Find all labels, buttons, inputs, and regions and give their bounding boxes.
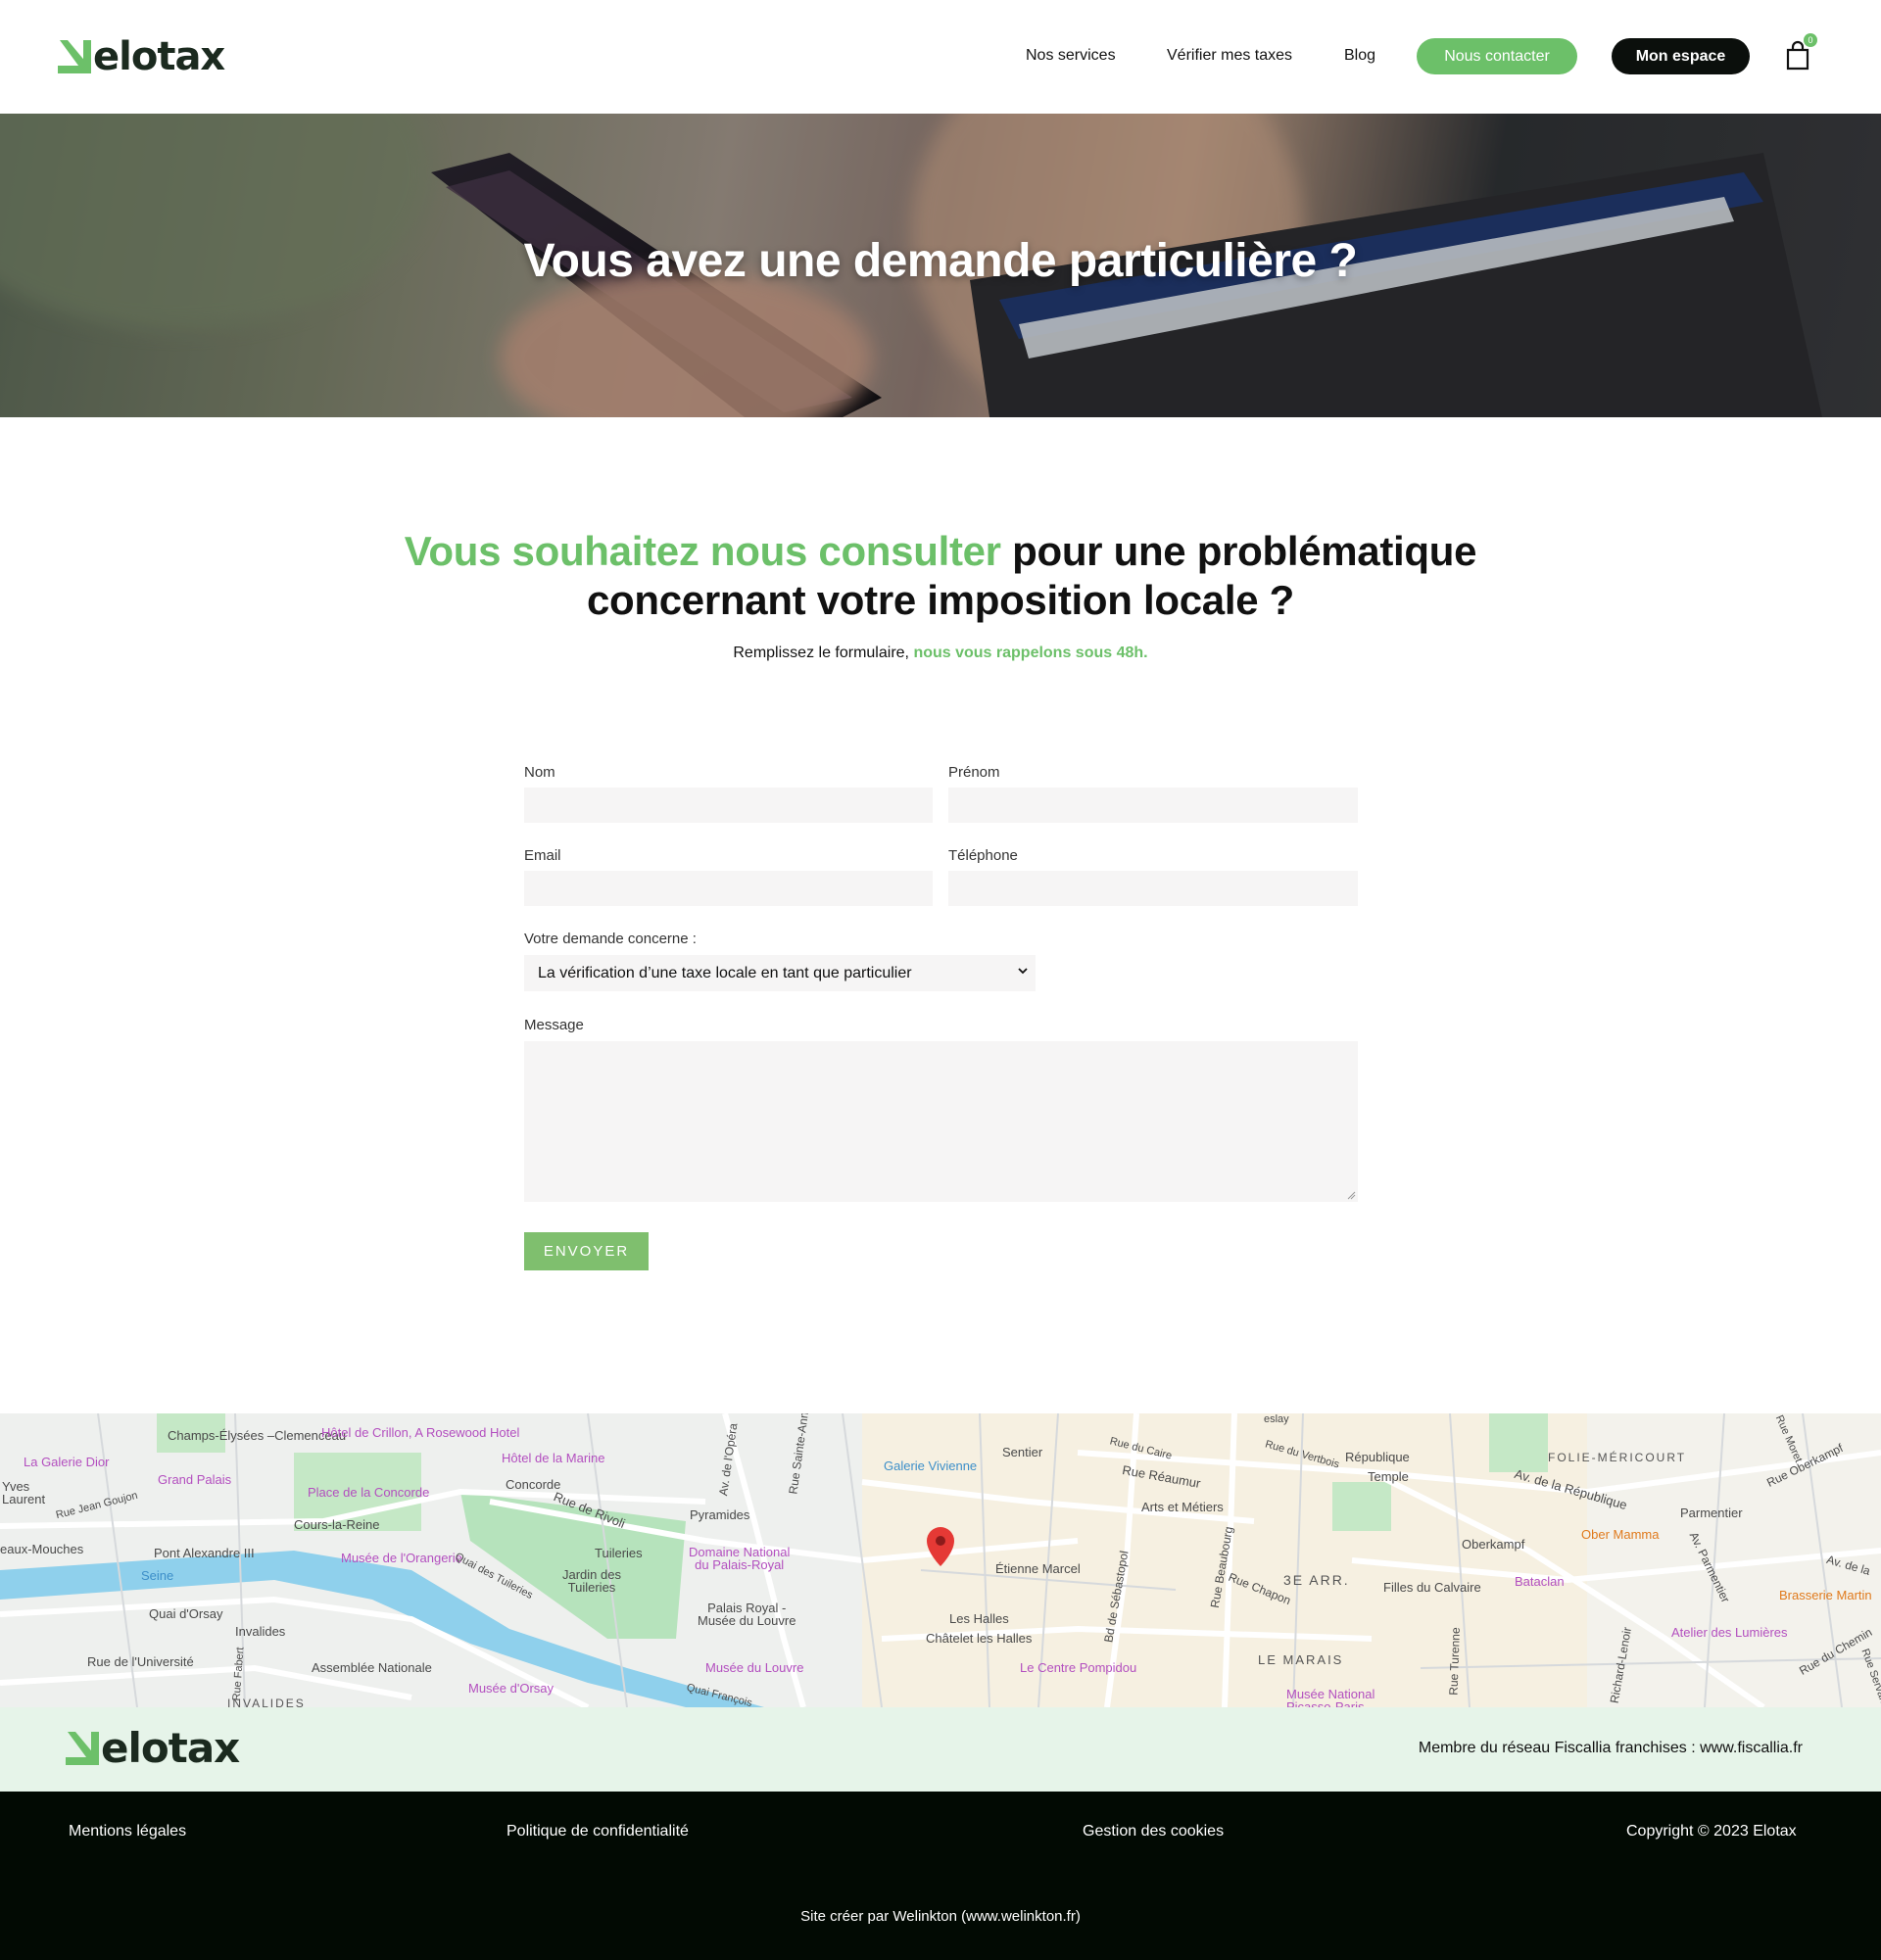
map-label: Rue de l'Université — [87, 1654, 194, 1669]
map-label: Grand Palais — [158, 1472, 232, 1487]
map-label: Cours-la-Reine — [294, 1517, 380, 1532]
footer-network-text[interactable]: Membre du réseau Fiscallia franchises : … — [1419, 1740, 1803, 1757]
email-label: Email — [524, 847, 561, 864]
demande-selected-value: La vérification d’une taxe locale en tan… — [538, 965, 912, 981]
map-label: Ober Mamma — [1581, 1527, 1660, 1542]
map-label: Assemblée Nationale — [312, 1660, 432, 1675]
message-label: Message — [524, 1017, 584, 1033]
map-label: Tuileries — [595, 1546, 643, 1560]
intro-heading: Vous souhaitez nous consulter pour une p… — [353, 527, 1528, 625]
map-label: Pyramides — [690, 1507, 750, 1522]
map-label: Les Halles — [949, 1611, 1009, 1626]
telephone-input[interactable] — [948, 871, 1358, 906]
message-textarea[interactable] — [524, 1041, 1358, 1202]
nom-input[interactable] — [524, 788, 933, 823]
map-label: Palais Royal - Musée du Louvre — [698, 1601, 796, 1628]
my-space-button[interactable]: Mon espace — [1612, 38, 1750, 74]
map-label: Concorde — [506, 1477, 561, 1492]
footer-brand-bar: elotax Membre du réseau Fiscallia franch… — [0, 1707, 1881, 1792]
nom-label: Nom — [524, 764, 555, 781]
main-nav: Nos services Vérifier mes taxes Blog Nou… — [0, 38, 1881, 75]
map-label: Domaine National du Palais-Royal — [689, 1545, 791, 1572]
map-label: Châtelet les Halles — [926, 1631, 1033, 1646]
demande-label: Votre demande concerne : — [524, 931, 697, 947]
hero-banner: Vous avez une demande particulière ? — [0, 114, 1881, 417]
map-label: 3E ARR. — [1283, 1572, 1350, 1588]
nav-link-blog[interactable]: Blog — [1344, 47, 1375, 65]
footer-link-cookies[interactable]: Gestion des cookies — [1083, 1823, 1224, 1840]
map-label: eslay — [1264, 1413, 1289, 1425]
footer-link-mentions[interactable]: Mentions légales — [69, 1823, 186, 1840]
map-label: La Galerie Dior — [24, 1455, 110, 1469]
map-label: Rue Turenne — [1446, 1627, 1463, 1696]
footer-logo-text: elotax — [101, 1724, 240, 1772]
map-label: Hôtel de Crillon, A Rosewood Hotel — [321, 1425, 520, 1440]
map-label: Arts et Métiers — [1141, 1500, 1224, 1514]
map-label: FOLIE-MÉRICOURT — [1548, 1451, 1687, 1464]
map-label: Place de la Concorde — [308, 1485, 430, 1500]
cart-count-badge: 0 — [1804, 33, 1817, 47]
intro-subtitle-highlight: nous vous rappelons sous 48h. — [913, 645, 1148, 661]
map-label: Musée de l'Orangerie — [341, 1551, 462, 1565]
location-map[interactable]: Champs-Élysées –Clemenceau Hôtel de Cril… — [0, 1413, 1881, 1707]
map-label: République — [1345, 1450, 1410, 1464]
logo-arrow-icon — [66, 1732, 99, 1765]
prenom-label: Prénom — [948, 764, 1000, 781]
map-label: Temple — [1368, 1469, 1409, 1484]
map-label: Brasserie Martin — [1779, 1588, 1872, 1602]
contact-button[interactable]: Nous contacter — [1417, 38, 1577, 74]
resize-grip-icon[interactable] — [1346, 1190, 1356, 1200]
site-header: elotax Nos services Vérifier mes taxes B… — [0, 0, 1881, 114]
map-label: Invalides — [235, 1624, 286, 1639]
map-label: Filles du Calvaire — [1383, 1580, 1481, 1595]
telephone-label: Téléphone — [948, 847, 1018, 864]
footer-copyright: Copyright © 2023 Elotax — [1626, 1823, 1797, 1840]
map-label: Jardin des Tuileries — [562, 1567, 621, 1595]
map-label: Quai d'Orsay — [149, 1606, 223, 1621]
map-label: Étienne Marcel — [995, 1561, 1081, 1576]
nav-link-verify-taxes[interactable]: Vérifier mes taxes — [1167, 47, 1292, 65]
map-label: LE MARAIS — [1258, 1652, 1344, 1667]
footer-credit[interactable]: Site créer par Welinkton (www.welinkton.… — [0, 1908, 1881, 1925]
map-label: Oberkampf — [1462, 1537, 1525, 1552]
map-label: Galerie Vivienne — [884, 1458, 978, 1473]
chevron-down-icon — [1018, 968, 1028, 975]
map-label: Hôtel de la Marine — [502, 1451, 605, 1465]
map-label: Champs-Élysées –Clemenceau — [168, 1428, 347, 1443]
hero-title: Vous avez une demande particulière ? — [523, 235, 1358, 287]
map-label: Pont Alexandre III — [154, 1546, 255, 1560]
intro-subtitle-text: Remplissez le formulaire, — [733, 645, 914, 661]
intro-heading-highlight: Vous souhaitez nous consulter — [404, 528, 1001, 574]
map-label: Yves Laurent — [2, 1479, 46, 1506]
submit-button[interactable]: ENVOYER — [524, 1232, 649, 1270]
intro-heading-rest: pour une problématique — [1000, 528, 1477, 574]
nav-link-services[interactable]: Nos services — [1026, 47, 1116, 65]
map-label: Sentier — [1002, 1445, 1043, 1459]
footer-link-privacy[interactable]: Politique de confidentialité — [506, 1823, 689, 1840]
map-label: Parmentier — [1680, 1506, 1743, 1520]
map-label: Musée du Louvre — [705, 1660, 804, 1675]
map-label: eaux-Mouches — [0, 1542, 84, 1556]
intro-subtitle: Remplissez le formulaire, nous vous rapp… — [0, 645, 1881, 662]
map-label: Seine — [141, 1568, 174, 1583]
map-label: Musée National Picasso-Paris — [1286, 1687, 1375, 1707]
map-label: Musée d'Orsay — [468, 1681, 555, 1696]
email-input[interactable] — [524, 871, 933, 906]
prenom-input[interactable] — [948, 788, 1358, 823]
intro-heading-line2: concernant votre imposition locale ? — [586, 577, 1294, 623]
demande-select[interactable]: La vérification d’une taxe locale en tan… — [524, 955, 1036, 991]
map-label: Bataclan — [1515, 1574, 1565, 1589]
footer-logo[interactable]: elotax — [66, 1724, 240, 1772]
map-label: Le Centre Pompidou — [1020, 1660, 1137, 1675]
footer-bottom-bar: Mentions légales Politique de confidenti… — [0, 1792, 1881, 1960]
map-label: Atelier des Lumières — [1671, 1625, 1788, 1640]
